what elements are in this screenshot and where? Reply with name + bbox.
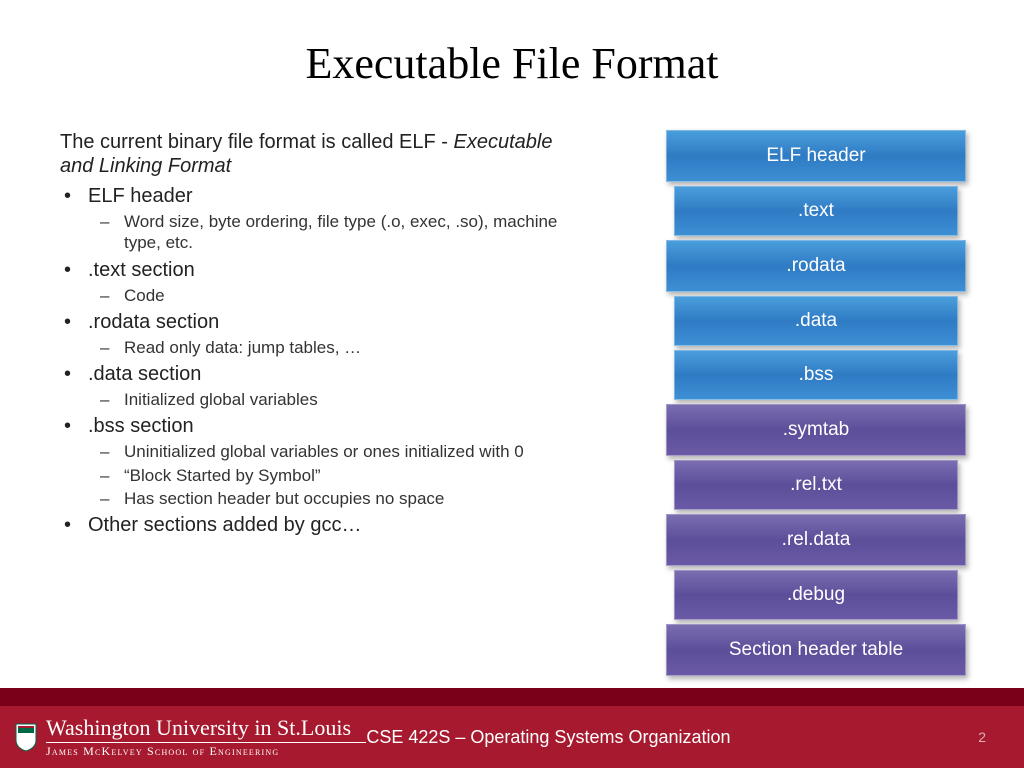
diagram-symtab: .symtab <box>666 404 966 456</box>
logo-divider <box>46 742 366 743</box>
bullet-label: .text section <box>88 259 195 281</box>
bullet-bss-section: .bss section Uninitialized global variab… <box>60 414 590 509</box>
slide: Executable File Format The current binar… <box>0 0 1024 768</box>
bullet-rodata-section: .rodata section Read only data: jump tab… <box>60 310 590 358</box>
elf-diagram: ELF header .text .rodata .data .bss .sym… <box>666 130 966 680</box>
diagram-elf-header: ELF header <box>666 130 966 182</box>
university-logo: Washington University in St.Louis James … <box>14 717 366 757</box>
diagram-data: .data <box>674 296 958 346</box>
course-label: CSE 422S – Operating Systems Organizatio… <box>366 727 730 748</box>
diagram-rodata: .rodata <box>666 240 966 292</box>
diagram-bss: .bss <box>674 350 958 400</box>
sub-bullet: Word size, byte ordering, file type (.o,… <box>88 211 590 254</box>
bullet-list: ELF header Word size, byte ordering, fil… <box>60 184 590 538</box>
sub-bullet: Has section header but occupies no space <box>88 488 590 509</box>
page-number: 2 <box>978 729 986 745</box>
bullet-label: .data section <box>88 363 201 385</box>
diagram-section-header-table: Section header table <box>666 624 966 676</box>
intro-prefix: The current binary file format is called… <box>60 131 453 153</box>
sub-bullet: Initialized global variables <box>88 389 590 410</box>
bullet-data-section: .data section Initialized global variabl… <box>60 362 590 410</box>
sub-bullet: Code <box>88 285 590 306</box>
bullet-text-section: .text section Code <box>60 258 590 306</box>
diagram-debug: .debug <box>674 570 958 620</box>
footer-accent-bar <box>0 688 1024 706</box>
shield-icon <box>14 722 38 752</box>
bullet-elf-header: ELF header Word size, byte ordering, fil… <box>60 184 590 254</box>
diagram-text: .text <box>674 186 958 236</box>
intro-text: The current binary file format is called… <box>60 130 590 178</box>
university-name: Washington University in St.Louis <box>46 717 366 739</box>
slide-title: Executable File Format <box>0 0 1024 89</box>
bullet-other-sections: Other sections added by gcc… <box>60 513 590 538</box>
footer-bar: Washington University in St.Louis James … <box>0 706 1024 768</box>
sub-bullet: Uninitialized global variables or ones i… <box>88 441 590 462</box>
diagram-reldata: .rel.data <box>666 514 966 566</box>
bullet-label: .rodata section <box>88 311 219 333</box>
sub-bullet: Read only data: jump tables, … <box>88 337 590 358</box>
content-body: The current binary file format is called… <box>60 130 590 538</box>
bullet-label: ELF header <box>88 185 193 207</box>
diagram-reltxt: .rel.txt <box>674 460 958 510</box>
bullet-label: .bss section <box>88 415 194 437</box>
sub-bullet: “Block Started by Symbol” <box>88 465 590 486</box>
logo-text: Washington University in St.Louis James … <box>46 717 366 757</box>
school-name: James McKelvey School of Engineering <box>46 745 366 757</box>
